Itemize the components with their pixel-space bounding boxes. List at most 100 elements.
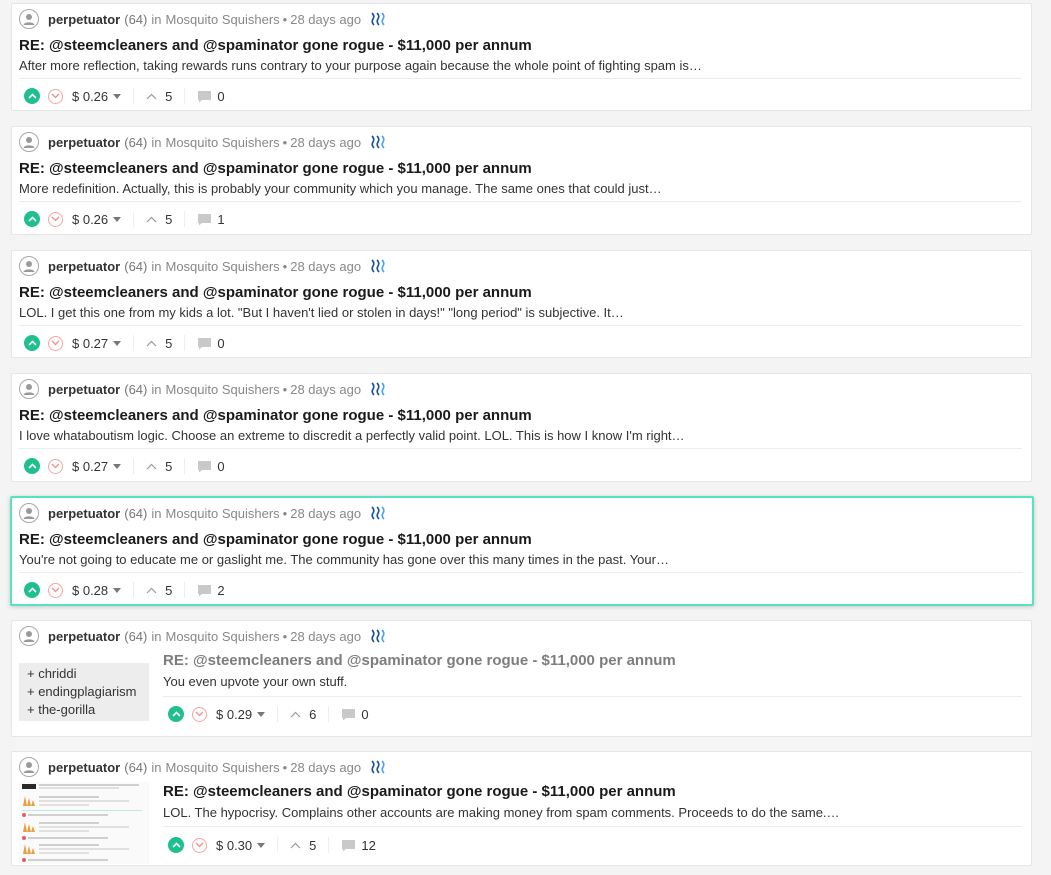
user-avatar-icon[interactable] bbox=[19, 503, 39, 523]
post-title[interactable]: RE: @steemcleaners and @spaminator gone … bbox=[19, 407, 532, 424]
steem-logo-icon bbox=[370, 629, 386, 643]
author-link[interactable]: perpetuator bbox=[48, 506, 120, 521]
upvote-icon[interactable] bbox=[24, 88, 40, 104]
upvote-icon[interactable] bbox=[24, 335, 40, 351]
post-card[interactable]: perpetuator (64) in Mosquito Squishers •… bbox=[11, 373, 1032, 482]
downvote-icon[interactable] bbox=[48, 211, 63, 227]
post-card[interactable]: perpetuator (64) in Mosquito Squishers •… bbox=[11, 751, 1032, 866]
community-link[interactable]: Mosquito Squishers bbox=[165, 382, 279, 397]
votes-count-button[interactable]: 5 bbox=[146, 583, 172, 598]
post-age[interactable]: 28 days ago bbox=[290, 760, 361, 775]
up-arrow-icon bbox=[146, 216, 157, 222]
post-body[interactable]: I love whataboutism logic. Choose an ext… bbox=[19, 428, 685, 443]
author-link[interactable]: perpetuator bbox=[48, 135, 120, 150]
post-body[interactable]: LOL. I get this one from my kids a lot. … bbox=[19, 305, 624, 320]
upvote-icon[interactable] bbox=[168, 837, 184, 853]
comments-button[interactable]: 12 bbox=[341, 838, 376, 853]
payout-dropdown[interactable]: $ 0.26 bbox=[72, 212, 122, 227]
comments-button[interactable]: 2 bbox=[197, 583, 225, 598]
comments-button[interactable]: 0 bbox=[197, 458, 225, 474]
post-body[interactable]: You even upvote your own stuff. bbox=[163, 674, 347, 689]
payout-dropdown[interactable]: $ 0.30 bbox=[216, 838, 266, 853]
community-link[interactable]: Mosquito Squishers bbox=[165, 12, 279, 27]
divider bbox=[19, 572, 1023, 573]
post-meta: perpetuator (64) in Mosquito Squishers •… bbox=[19, 502, 386, 524]
user-avatar-icon[interactable] bbox=[19, 626, 39, 646]
post-card[interactable]: perpetuator (64) in Mosquito Squishers •… bbox=[11, 620, 1032, 737]
user-avatar-icon[interactable] bbox=[19, 379, 39, 399]
downvote-icon[interactable] bbox=[48, 88, 63, 104]
user-avatar-icon[interactable] bbox=[19, 757, 39, 777]
votes-count-button[interactable]: 5 bbox=[146, 336, 172, 351]
post-title[interactable]: RE: @steemcleaners and @spaminator gone … bbox=[19, 531, 532, 548]
author-link[interactable]: perpetuator bbox=[48, 259, 120, 274]
post-card[interactable]: perpetuator (64) in Mosquito Squishers •… bbox=[11, 126, 1032, 235]
author-link[interactable]: perpetuator bbox=[48, 760, 120, 775]
community-link[interactable]: Mosquito Squishers bbox=[165, 629, 279, 644]
post-age[interactable]: 28 days ago bbox=[290, 382, 361, 397]
post-card[interactable]: perpetuator (64) in Mosquito Squishers •… bbox=[11, 250, 1032, 358]
votes-count-button[interactable]: 5 bbox=[146, 459, 172, 474]
downvote-icon[interactable] bbox=[48, 335, 63, 351]
divider bbox=[19, 325, 1022, 326]
post-body[interactable]: You're not going to educate me or gaslig… bbox=[19, 552, 669, 567]
post-body[interactable]: After more reflection, taking rewards ru… bbox=[19, 58, 702, 73]
post-body[interactable]: LOL. The hypocrisy. Complains other acco… bbox=[163, 805, 840, 820]
upvote-icon[interactable] bbox=[24, 211, 40, 227]
author-link[interactable]: perpetuator bbox=[48, 382, 120, 397]
community-link[interactable]: Mosquito Squishers bbox=[165, 760, 279, 775]
comments-button[interactable]: 1 bbox=[197, 211, 225, 227]
payout-dropdown[interactable]: $ 0.26 bbox=[72, 89, 122, 104]
downvote-icon[interactable] bbox=[192, 706, 207, 722]
post-card[interactable]: perpetuator (64) in Mosquito Squishers •… bbox=[10, 496, 1034, 606]
comments-button[interactable]: 0 bbox=[197, 88, 225, 104]
post-thumbnail-image[interactable] bbox=[19, 782, 149, 864]
votes-count-button[interactable]: 6 bbox=[290, 707, 316, 722]
post-age[interactable]: 28 days ago bbox=[290, 506, 361, 521]
author-link[interactable]: perpetuator bbox=[48, 629, 120, 644]
footer-divider bbox=[133, 335, 135, 351]
user-avatar-icon[interactable] bbox=[19, 256, 39, 276]
in-label: in bbox=[151, 11, 162, 27]
community-link[interactable]: Mosquito Squishers bbox=[165, 506, 279, 521]
comments-count: 0 bbox=[217, 458, 225, 474]
comments-count: 0 bbox=[361, 706, 369, 722]
comments-count: 0 bbox=[217, 88, 225, 104]
footer-divider bbox=[184, 335, 186, 351]
post-title[interactable]: RE: @steemcleaners and @spaminator gone … bbox=[19, 37, 532, 54]
downvote-icon[interactable] bbox=[48, 582, 63, 598]
community-link[interactable]: Mosquito Squishers bbox=[165, 135, 279, 150]
upvote-icon[interactable] bbox=[24, 582, 40, 598]
payout-dropdown[interactable]: $ 0.29 bbox=[216, 707, 266, 722]
comments-count: 1 bbox=[217, 211, 225, 227]
user-avatar-icon[interactable] bbox=[19, 9, 39, 29]
post-title[interactable]: RE: @steemcleaners and @spaminator gone … bbox=[163, 783, 676, 800]
votes-count-button[interactable]: 5 bbox=[146, 89, 172, 104]
upvote-icon[interactable] bbox=[168, 706, 184, 722]
chevron-down-icon bbox=[113, 93, 122, 99]
author-link[interactable]: perpetuator bbox=[48, 12, 120, 27]
post-card[interactable]: perpetuator (64) in Mosquito Squishers •… bbox=[11, 3, 1032, 111]
post-title[interactable]: RE: @steemcleaners and @spaminator gone … bbox=[19, 160, 532, 177]
comments-button[interactable]: 0 bbox=[341, 706, 369, 722]
community-link[interactable]: Mosquito Squishers bbox=[165, 259, 279, 274]
votes-count-button[interactable]: 5 bbox=[290, 838, 316, 853]
post-age[interactable]: 28 days ago bbox=[290, 259, 361, 274]
votes-count-button[interactable]: 5 bbox=[146, 212, 172, 227]
downvote-icon[interactable] bbox=[48, 458, 63, 474]
payout-value: $ 0.27 bbox=[72, 458, 109, 474]
user-avatar-icon[interactable] bbox=[19, 132, 39, 152]
post-title[interactable]: RE: @steemcleaners and @spaminator gone … bbox=[163, 652, 676, 669]
payout-dropdown[interactable]: $ 0.27 bbox=[72, 458, 122, 474]
post-body[interactable]: More redefinition. Actually, this is pro… bbox=[19, 181, 662, 196]
downvote-icon[interactable] bbox=[192, 837, 207, 853]
post-age[interactable]: 28 days ago bbox=[290, 629, 361, 644]
post-thumbnail[interactable]: + chriddi + endingplagiarism + the-goril… bbox=[19, 663, 149, 721]
payout-dropdown[interactable]: $ 0.28 bbox=[72, 583, 122, 598]
comments-button[interactable]: 0 bbox=[197, 336, 225, 351]
post-age[interactable]: 28 days ago bbox=[290, 135, 361, 150]
post-title[interactable]: RE: @steemcleaners and @spaminator gone … bbox=[19, 284, 532, 301]
post-age[interactable]: 28 days ago bbox=[290, 12, 361, 27]
payout-dropdown[interactable]: $ 0.27 bbox=[72, 336, 122, 351]
upvote-icon[interactable] bbox=[24, 458, 40, 474]
